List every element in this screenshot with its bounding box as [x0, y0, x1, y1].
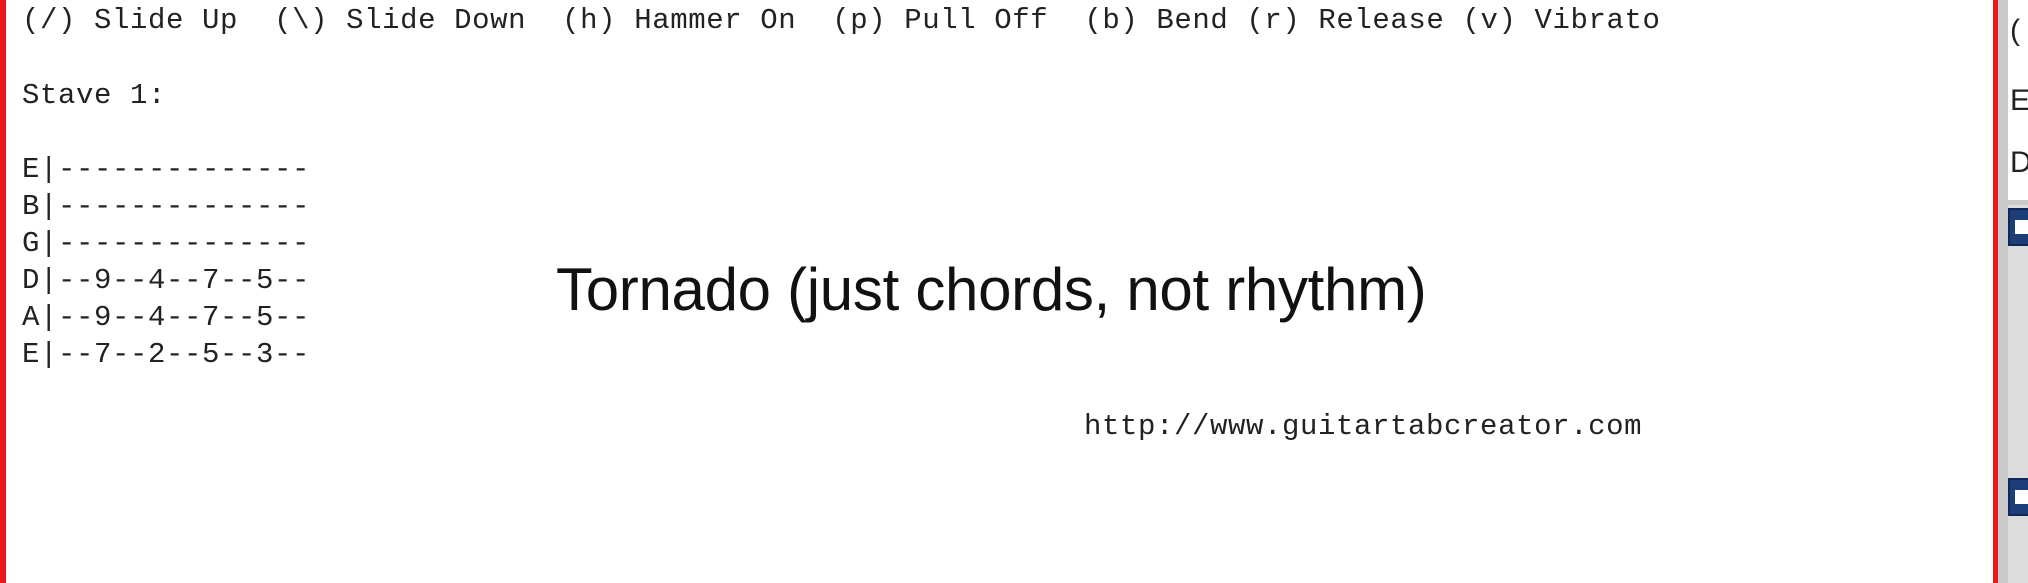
string-name: G — [22, 227, 41, 260]
legend-symbol-release: (r) — [1246, 4, 1301, 37]
side-panel-char: ( — [2010, 14, 2020, 47]
song-title: Tornado (just chords, not rhythm) — [556, 256, 1427, 323]
side-panel-char: D — [2010, 146, 2028, 179]
tab-line: D|--9--4--7--5-- — [22, 264, 310, 297]
string-frets: |--9--4--7--5-- — [40, 301, 311, 334]
string-frets: |-------------- — [40, 190, 311, 223]
legend-label-bend: Bend — [1156, 4, 1229, 37]
legend-label-release: Release — [1318, 4, 1445, 37]
stave-label: Stave 1: — [22, 79, 167, 112]
string-name: D — [22, 264, 41, 297]
string-name: E — [22, 153, 41, 186]
string-frets: |--7--2--5--3-- — [40, 338, 311, 371]
string-name: A — [22, 301, 41, 334]
tab-line: G|-------------- — [22, 227, 310, 260]
tab-line: A|--9--4--7--5-- — [22, 301, 310, 334]
string-frets: |-------------- — [40, 153, 311, 186]
side-panel: ( E D — [1998, 0, 2028, 583]
legend-symbol-bend: (b) — [1084, 4, 1139, 37]
legend-label-vibrato: Vibrato — [1534, 4, 1661, 37]
side-panel-lower-area — [2008, 205, 2028, 583]
checkbox-icon[interactable] — [2008, 208, 2028, 246]
legend-symbol-pull-off: (p) — [832, 4, 887, 37]
tab-page: (/) Slide Up (\) Slide Down (h) Hammer O… — [0, 0, 2028, 583]
legend-symbol-hammer-on: (h) — [562, 4, 617, 37]
tab-line: E|-------------- — [22, 153, 310, 186]
checkbox-icon[interactable] — [2008, 478, 2028, 516]
legend-label-slide-down: Slide Down — [346, 4, 527, 37]
checkbox-box — [2015, 490, 2028, 504]
string-name: B — [22, 190, 41, 223]
string-name: E — [22, 338, 41, 371]
side-panel-char: E — [2010, 84, 2028, 117]
technique-legend: (/) Slide Up (\) Slide Down (h) Hammer O… — [22, 2, 1661, 39]
legend-symbol-slide-down: (\) — [274, 4, 329, 37]
tab-line: B|-------------- — [22, 190, 310, 223]
tab-staff: E|-------------- B|-------------- G|----… — [22, 151, 310, 373]
legend-symbol-vibrato: (v) — [1462, 4, 1517, 37]
legend-symbol-slide-up: (/) — [22, 4, 77, 37]
legend-label-hammer-on: Hammer On — [634, 4, 797, 37]
string-frets: |--9--4--7--5-- — [40, 264, 311, 297]
legend-label-slide-up: Slide Up — [94, 4, 239, 37]
left-red-border — [0, 0, 6, 583]
string-frets: |-------------- — [40, 227, 311, 260]
tab-line: E|--7--2--5--3-- — [22, 338, 310, 371]
legend-label-pull-off: Pull Off — [904, 4, 1049, 37]
checkbox-box — [2015, 220, 2028, 234]
site-url[interactable]: http://www.guitartabcreator.com — [1084, 408, 1642, 445]
